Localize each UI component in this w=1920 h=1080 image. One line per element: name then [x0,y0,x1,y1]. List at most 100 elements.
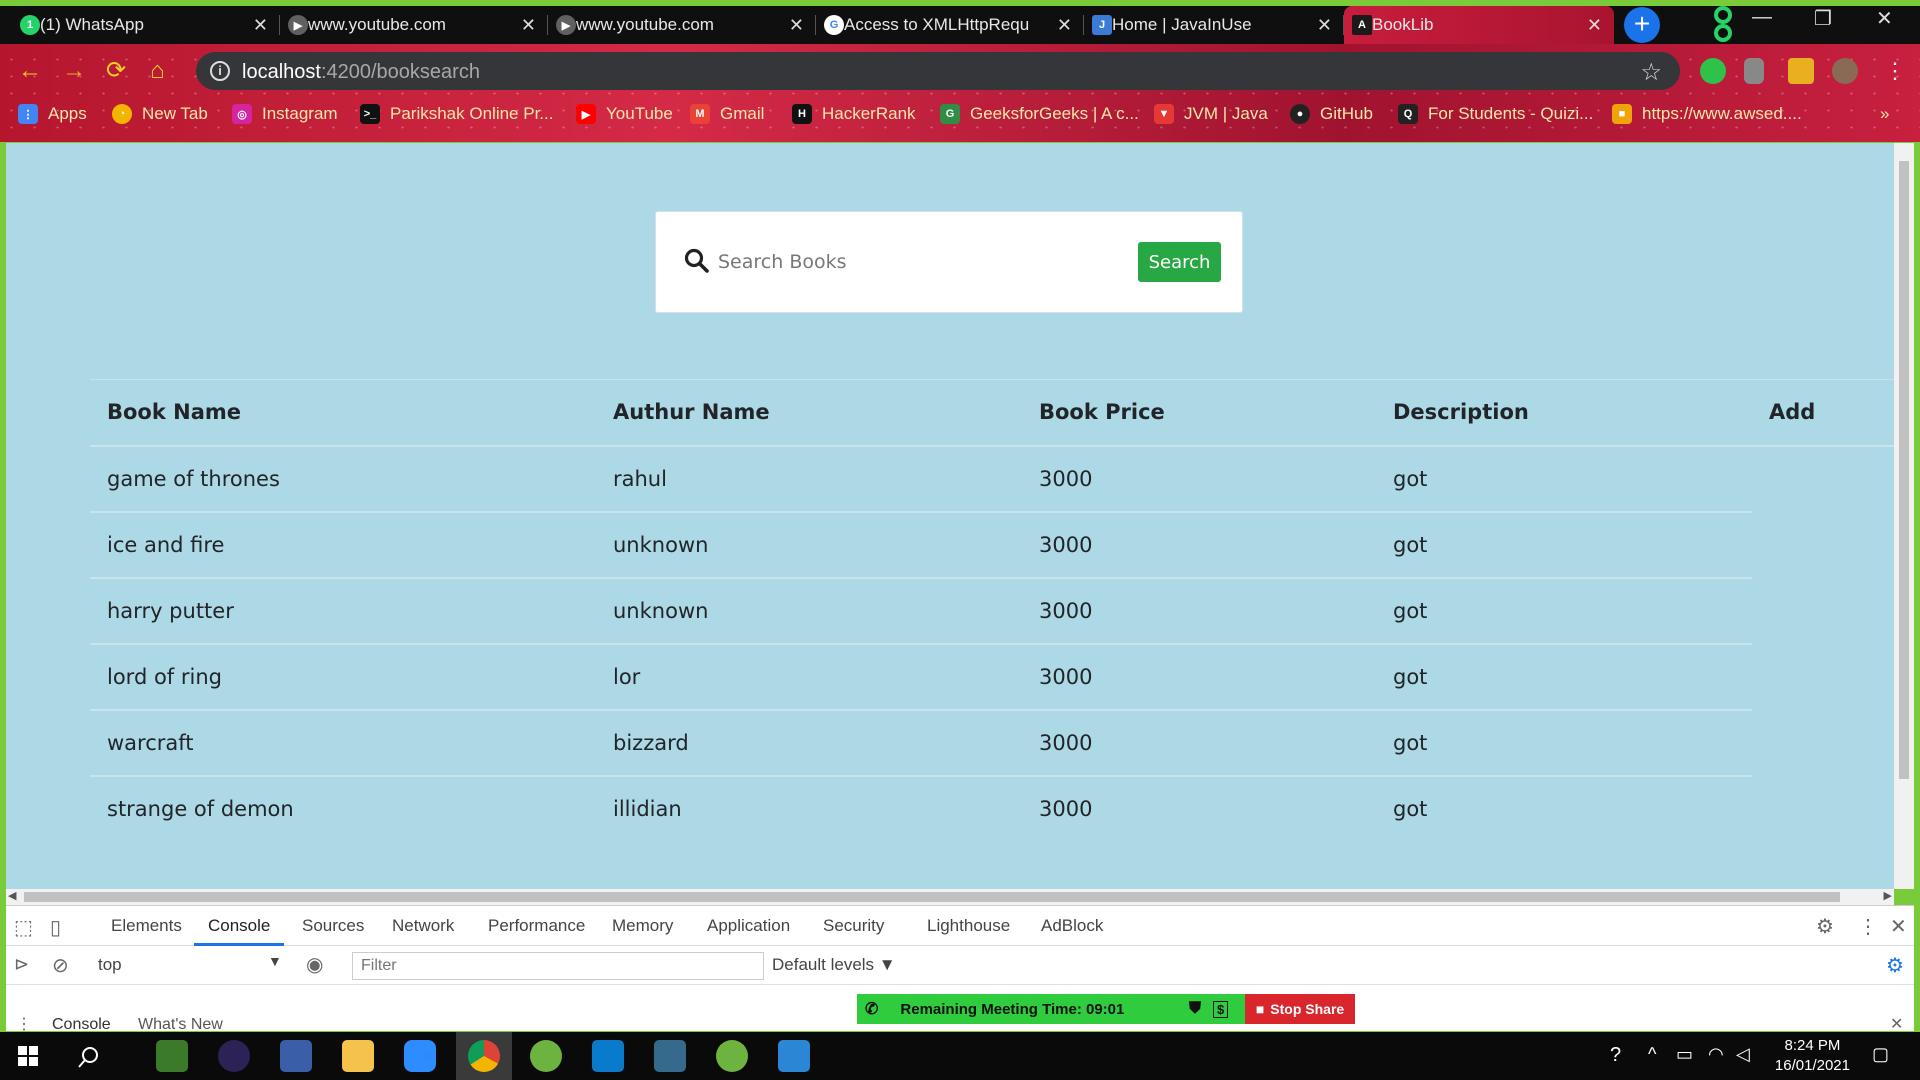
bookmark-awsed[interactable]: ■ https://www.awsed.... [1612,104,1802,124]
bookmark-github[interactable]: ● GitHub [1290,104,1373,124]
extensions-puzzle-icon[interactable] [1788,58,1814,84]
bookmark-parikshak[interactable]: >_ Parikshak Online Pr... [360,104,553,124]
books-table: Book Name Authur Name Book Price Descrip… [90,379,1894,842]
tab-title: www.youtube.com [576,15,714,34]
bookmark-new-tab[interactable]: ◔ New Tab [112,104,208,124]
mysql-workbench-icon[interactable] [654,1040,686,1072]
eclipse-icon[interactable] [218,1040,250,1072]
close-tab-icon[interactable]: ✕ [1317,15,1332,36]
spring-tools-icon[interactable] [530,1040,562,1072]
tab-javainuse[interactable]: J Home | JavaInUse ✕ [1084,6,1344,44]
android-studio-icon[interactable] [156,1040,188,1072]
tab-stackoverflow[interactable]: G Access to XMLHttpRequ ✕ [816,6,1084,44]
file-explorer-icon[interactable] [342,1040,374,1072]
log-levels-dropdown[interactable]: Default levels ▼ [772,955,896,975]
scroll-left-icon[interactable]: ◀ [8,889,16,902]
search-input[interactable] [718,242,1138,282]
close-window-icon[interactable]: ✕ [1876,6,1893,31]
chevron-up-icon[interactable]: ^ [1648,1044,1656,1065]
new-tab-button[interactable]: + [1624,7,1660,43]
console-settings-icon[interactable]: ⚙ [1886,953,1904,978]
bookmark-hackerrank[interactable]: H HackerRank [792,104,916,124]
scrollbar-thumb[interactable] [1899,161,1909,779]
dropdown-arrow-icon[interactable]: ▼ [268,953,282,969]
tab-performance[interactable]: Performance [488,906,585,946]
live-expression-eye-icon[interactable]: ◉ [306,952,323,977]
extension-download-icon[interactable] [1744,58,1764,84]
address-bar[interactable]: i localhost:4200/booksearch ☆ [196,52,1680,90]
tab-elements[interactable]: Elements [111,906,182,946]
tab-booklib[interactable]: A BookLib ✕ [1344,6,1614,44]
search-button[interactable]: Search [1138,242,1221,282]
volume-icon[interactable]: ◁ [1736,1044,1750,1065]
zoom-icon[interactable] [404,1040,436,1072]
restore-icon[interactable]: ❐ [1814,6,1832,31]
bookmark-youtube[interactable]: ▶ YouTube [576,104,673,124]
context-selector[interactable]: top [98,955,122,975]
horizontal-scrollbar[interactable]: ◀ ▶ [6,889,1894,905]
tab-memory[interactable]: Memory [612,906,673,946]
tab-application[interactable]: Application [707,906,790,946]
bookmark-jvm[interactable]: ▼ JVM | Java [1154,104,1268,124]
close-tab-icon[interactable]: ✕ [253,15,268,36]
more-bookmarks-icon[interactable]: » [1880,104,1889,124]
device-toolbar-icon[interactable]: ▯ [50,915,61,940]
wifi-icon[interactable]: ◠ [1708,1044,1724,1065]
tab-console[interactable]: Console [194,906,285,946]
avatar[interactable] [1832,58,1858,84]
search-icon[interactable] [78,1046,100,1068]
bookmark-geeksforgeeks[interactable]: G GeeksforGeeks | A c... [940,104,1139,124]
photos-icon[interactable] [778,1040,810,1072]
tab-youtube-2[interactable]: ▶ www.youtube.com ✕ [548,6,816,44]
tab-youtube-1[interactable]: ▶ www.youtube.com ✕ [280,6,548,44]
bookmark-quizizz[interactable]: Q For Students - Quizi... [1398,104,1593,124]
vertical-scrollbar[interactable] [1894,143,1914,889]
tab-whatsapp[interactable]: 1 (1) WhatsApp ✕ [12,6,280,44]
home-icon[interactable]: ⌂ [150,58,165,84]
sidebar-toggle-icon[interactable]: ⊳ [14,954,29,975]
tab-sources[interactable]: Sources [302,906,364,946]
devc-icon[interactable] [280,1040,312,1072]
system-clock[interactable]: 8:24 PM 16/01/2021 [1775,1036,1850,1076]
tab-adblock[interactable]: AdBlock [1041,906,1103,946]
close-tab-icon[interactable]: ✕ [1057,15,1072,36]
battery-icon[interactable]: ▭ [1676,1044,1693,1065]
tab-lighthouse[interactable]: Lighthouse [927,906,1010,946]
spring-tools-icon[interactable] [716,1040,748,1072]
scroll-right-icon[interactable]: ▶ [1884,889,1892,902]
geeksforgeeks-icon: G [940,104,960,124]
bookmark-gmail[interactable]: M Gmail [690,104,764,124]
filter-input[interactable] [352,952,764,980]
minimize-icon[interactable]: — [1752,6,1772,29]
bookmark-star-icon[interactable]: ☆ [1640,58,1662,87]
drawer-menu-icon[interactable]: ⋮ [16,1014,32,1034]
close-tab-icon[interactable]: ✕ [1587,15,1602,36]
close-tab-icon[interactable]: ✕ [789,15,804,36]
more-options-icon[interactable]: ⋮ [1858,914,1878,939]
clear-console-icon[interactable]: ⊘ [52,953,69,978]
profile-icon[interactable] [1705,6,1741,44]
windows-start-icon[interactable] [18,1046,38,1066]
help-icon[interactable]: ? [1610,1044,1621,1067]
close-devtools-icon[interactable]: ✕ [1890,914,1907,939]
info-icon[interactable]: i [210,61,230,81]
back-icon[interactable]: ← [18,58,42,84]
menu-icon[interactable]: ⋮ [1884,58,1906,84]
bookmark-apps[interactable]: ⋮ Apps [18,104,87,124]
extension-green-icon[interactable] [1700,58,1726,84]
settings-gear-icon[interactable]: ⚙ [1816,914,1834,939]
tab-network[interactable]: Network [392,906,454,946]
inspect-element-icon[interactable]: ⬚ [14,915,33,940]
forward-icon[interactable]: → [62,58,86,84]
stop-share-button[interactable]: ■ Stop Share [1245,994,1355,1024]
reload-icon[interactable]: ⟳ [106,58,126,84]
description-cell: got [1376,577,1752,645]
close-drawer-icon[interactable]: ✕ [1890,1014,1903,1034]
scrollbar-thumb[interactable] [24,892,1840,902]
notifications-icon[interactable]: ▢ [1872,1044,1889,1065]
chrome-icon[interactable] [468,1040,500,1072]
tab-security[interactable]: Security [823,906,884,946]
bookmark-instagram[interactable]: ◎ Instagram [232,104,338,124]
vscode-icon[interactable] [592,1040,624,1072]
close-tab-icon[interactable]: ✕ [521,15,536,36]
